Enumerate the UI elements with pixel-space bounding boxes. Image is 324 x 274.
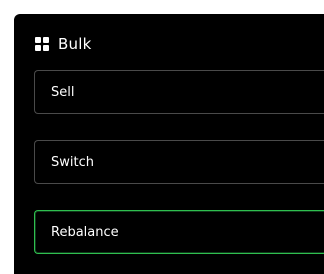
option-label: Sell bbox=[51, 84, 75, 100]
grid-icon bbox=[35, 37, 49, 51]
bulk-actions-panel: Bulk Sell Switch Rebalance bbox=[14, 14, 324, 274]
panel-header: Bulk bbox=[35, 35, 91, 53]
option-label: Rebalance bbox=[51, 224, 119, 240]
option-rebalance[interactable]: Rebalance bbox=[34, 210, 324, 254]
option-switch[interactable]: Switch bbox=[34, 140, 324, 184]
panel-title: Bulk bbox=[58, 35, 92, 53]
option-label: Switch bbox=[51, 154, 94, 170]
option-sell[interactable]: Sell bbox=[34, 70, 324, 114]
